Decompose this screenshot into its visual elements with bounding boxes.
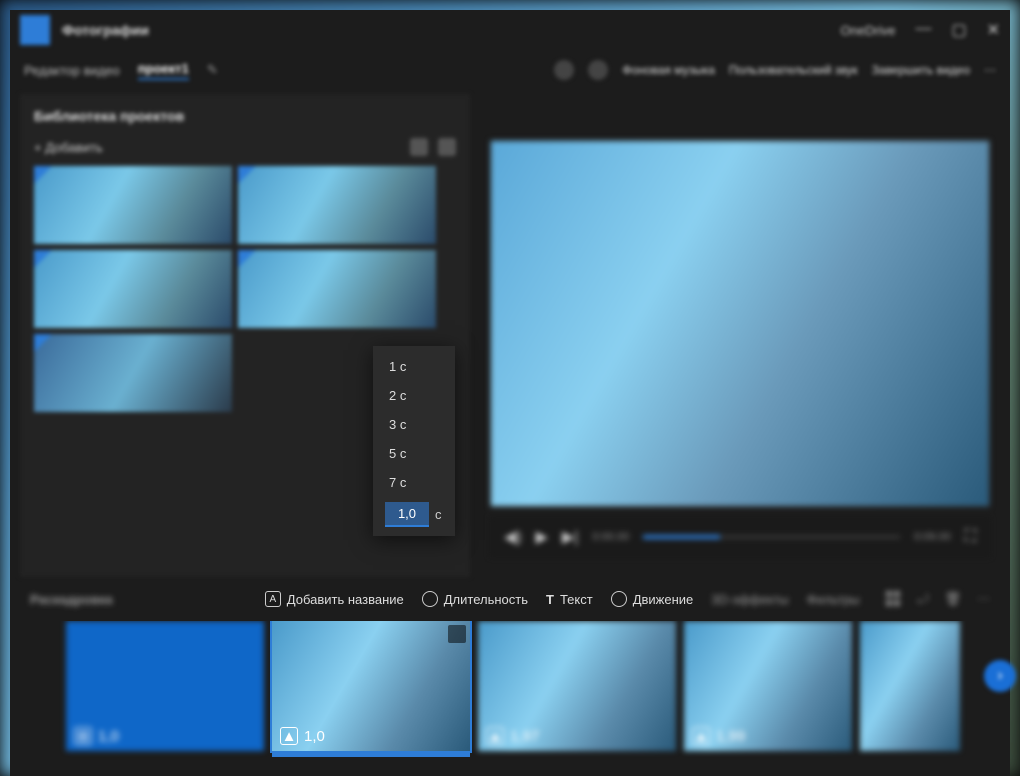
clip-duration: 1,97 — [510, 728, 539, 745]
preview-controls: ◀) ▶ ▶| 0:00.00 0:09.00 ⛶ — [490, 517, 990, 557]
duration-custom-row: с — [373, 497, 455, 530]
storyboard: ⊞ 1,0 ▲ 1,0 ▲ 1,97 ▲ 1,99 — [10, 621, 1010, 776]
storyboard-clip[interactable] — [860, 621, 960, 751]
app-window: Фотографии OneDrive — ▢ ✕ Редактор видео… — [10, 10, 1010, 776]
onedrive-label[interactable]: OneDrive — [841, 23, 896, 38]
time-total: 0:09.00 — [914, 531, 951, 543]
main-area: Библиотека проектов + Добавить ◀) ▶ — [10, 90, 1010, 577]
add-button[interactable]: + Добавить — [34, 140, 103, 155]
crop-icon[interactable] — [886, 591, 902, 607]
duration-option[interactable]: 2 с — [373, 381, 455, 410]
library-thumb[interactable] — [34, 250, 232, 328]
motion-button[interactable]: Движение — [611, 591, 694, 607]
library-thumb[interactable] — [238, 166, 436, 244]
clip-menu-icon[interactable] — [448, 625, 466, 643]
clip-duration: 1,0 — [304, 728, 325, 745]
motion-label: Движение — [633, 592, 694, 607]
image-icon: ▲ — [692, 727, 710, 745]
minimize-button[interactable]: — — [915, 20, 931, 40]
filters-button[interactable]: Фильтры — [807, 592, 860, 607]
export-button[interactable]: Завершить видео — [872, 63, 970, 77]
preview-panel: ◀) ▶ ▶| 0:00.00 0:09.00 ⛶ — [470, 90, 1010, 577]
duration-button[interactable]: Длительность — [422, 591, 528, 607]
project-name[interactable]: проект1 — [138, 61, 189, 80]
editor-toolbar: Редактор видео проект1 ✎ Фоновая музыка … — [10, 50, 1010, 90]
overflow-icon[interactable]: ⋯ — [977, 591, 990, 607]
bg-music-button[interactable]: Фоновая музыка — [622, 63, 715, 77]
library-thumb[interactable] — [34, 166, 232, 244]
app-icon — [20, 15, 50, 45]
scroll-right-button[interactable]: › — [984, 660, 1016, 692]
more-icon[interactable]: ⋯ — [984, 63, 996, 77]
library-thumb[interactable] — [34, 334, 232, 412]
view-grid-icon[interactable] — [410, 138, 428, 156]
time-current: 0:00.00 — [592, 531, 629, 543]
window-controls: — ▢ ✕ — [915, 20, 1000, 40]
motion-icon — [611, 591, 627, 607]
title-icon: ⊞ — [74, 727, 92, 745]
undo-icon[interactable] — [554, 60, 574, 80]
clip-duration: 1,99 — [716, 728, 745, 745]
3d-effects-button[interactable]: 3D-эффекты — [711, 592, 788, 607]
preview-video[interactable] — [490, 140, 990, 507]
image-icon: ▲ — [280, 727, 298, 745]
rotate-icon[interactable]: ⤾ — [918, 591, 929, 607]
add-title-label: Добавить название — [287, 592, 404, 607]
close-button[interactable]: ✕ — [987, 20, 1000, 40]
storyboard-label: Раскадровка — [30, 592, 113, 607]
fullscreen-icon[interactable]: ⛶ — [965, 528, 976, 546]
duration-option[interactable]: 3 с — [373, 410, 455, 439]
storyboard-clip[interactable]: ▲ 1,0 — [272, 621, 470, 751]
storyboard-clip[interactable]: ▲ 1,99 — [684, 621, 852, 751]
title-card-icon: A — [265, 591, 281, 607]
3d-effects-label: 3D-эффекты — [711, 592, 788, 607]
filters-label: Фильтры — [807, 592, 860, 607]
duration-option[interactable]: 7 с — [373, 468, 455, 497]
duration-option[interactable]: 5 с — [373, 439, 455, 468]
clock-icon — [422, 591, 438, 607]
library-title: Библиотека проектов — [34, 108, 456, 124]
seek-slider[interactable] — [643, 535, 900, 539]
next-frame-icon[interactable]: ▶| — [562, 527, 578, 547]
edit-name-icon[interactable]: ✎ — [207, 62, 218, 78]
editor-label[interactable]: Редактор видео — [24, 63, 120, 78]
redo-icon[interactable] — [588, 60, 608, 80]
text-button[interactable]: T Текст — [546, 592, 593, 607]
text-icon: T — [546, 592, 554, 607]
duration-option[interactable]: 1 с — [373, 352, 455, 381]
titlebar: Фотографии OneDrive — ▢ ✕ — [10, 10, 1010, 50]
duration-suffix: с — [435, 507, 442, 522]
timeline-toolbar: Раскадровка A Добавить название Длительн… — [10, 577, 1010, 621]
maximize-button[interactable]: ▢ — [951, 20, 966, 40]
text-label: Текст — [560, 592, 593, 607]
app-title: Фотографии — [62, 22, 149, 38]
title-clip[interactable]: ⊞ 1,0 — [66, 621, 264, 751]
mute-icon[interactable]: ◀) — [504, 527, 522, 547]
delete-icon[interactable]: 🗑 — [944, 591, 961, 607]
duration-label: Длительность — [444, 592, 528, 607]
library-thumb[interactable] — [238, 250, 436, 328]
duration-menu: 1 с 2 с 3 с 5 с 7 с с — [373, 346, 455, 536]
image-icon: ▲ — [486, 727, 504, 745]
add-title-button[interactable]: A Добавить название — [265, 591, 404, 607]
clip-duration: 1,0 — [98, 728, 119, 745]
storyboard-clip[interactable]: ▲ 1,97 — [478, 621, 676, 751]
view-list-icon[interactable] — [438, 138, 456, 156]
duration-input[interactable] — [385, 502, 429, 527]
play-icon[interactable]: ▶ — [536, 527, 548, 547]
custom-audio-button[interactable]: Пользовательский звук — [729, 63, 858, 77]
